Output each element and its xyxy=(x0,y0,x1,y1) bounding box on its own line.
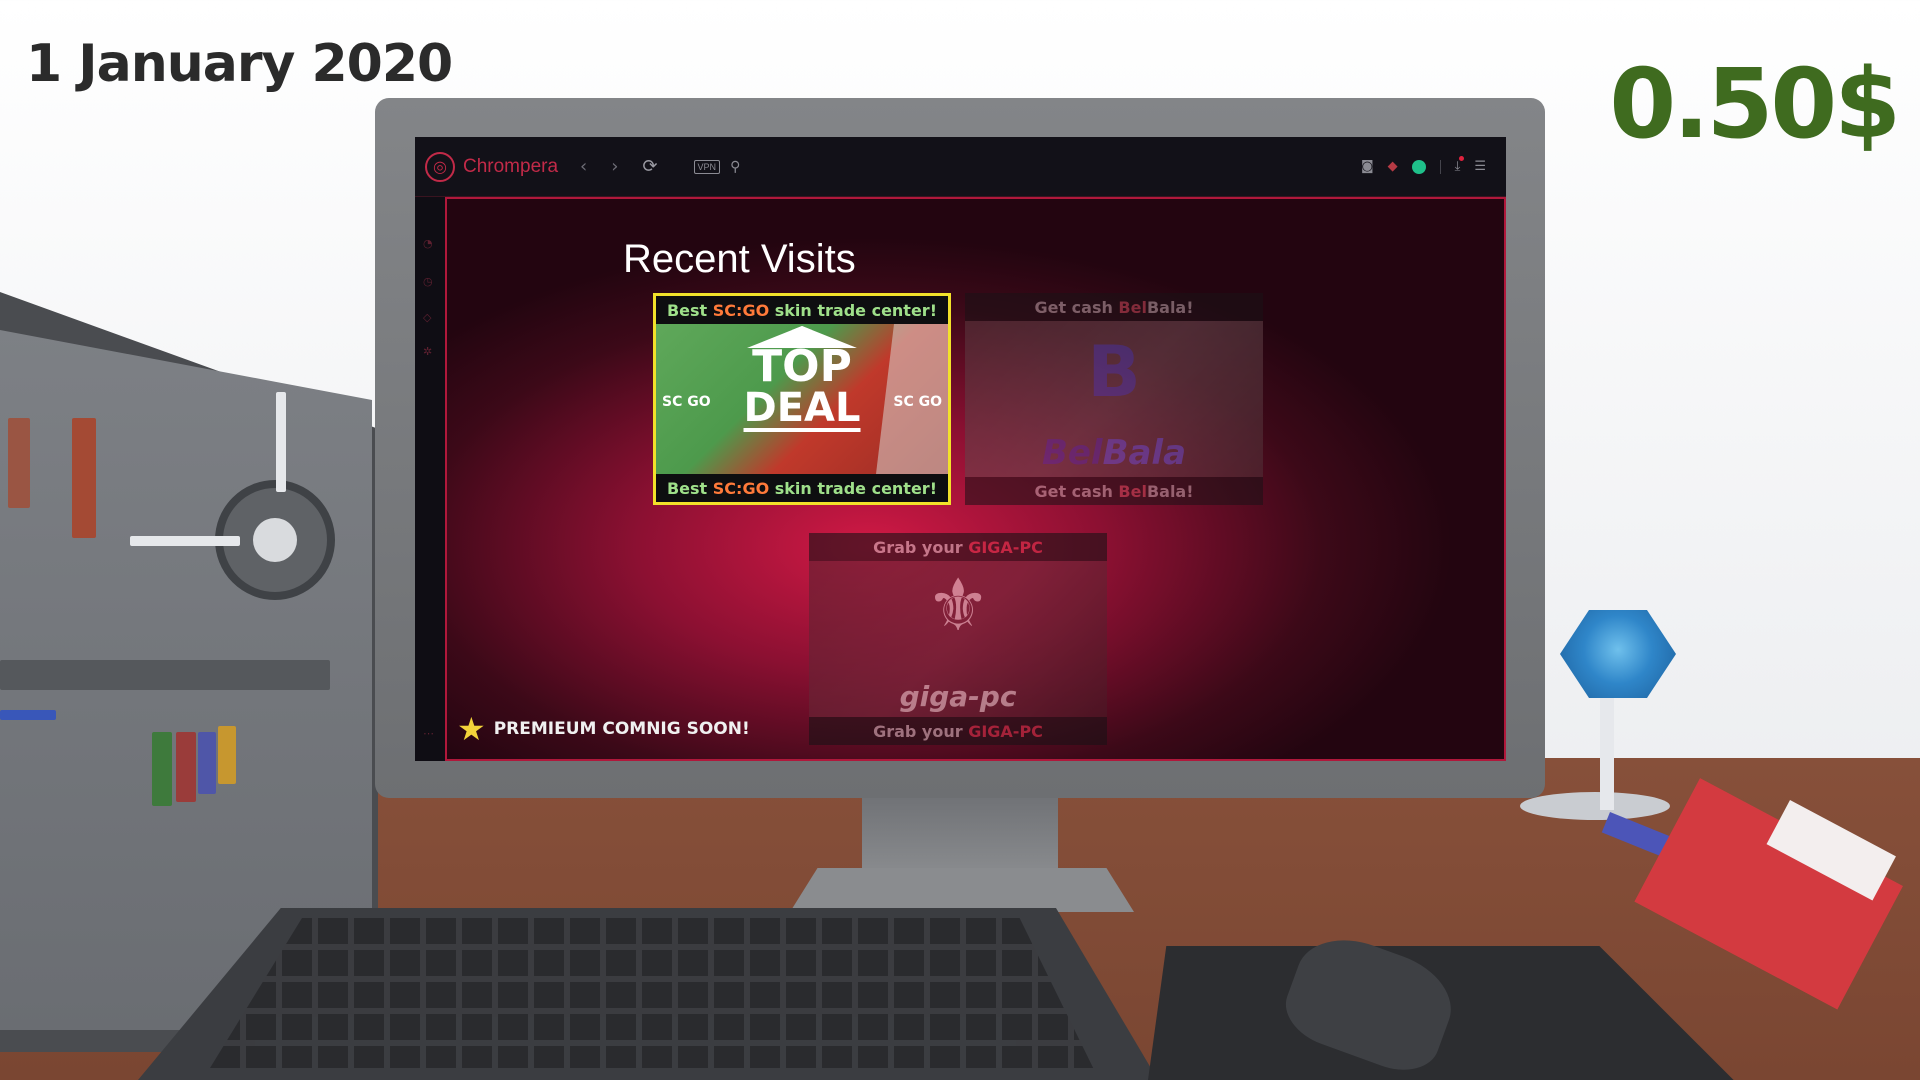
caption-highlight: GIGA-PC xyxy=(968,721,1043,741)
tile-caption-bottom: Get cash Bel Bala! xyxy=(965,477,1263,505)
premium-notice: ★ PREMIEUM COMNIG SOON! xyxy=(457,713,750,745)
pc-ram-red xyxy=(8,418,30,508)
pc-cable-blue xyxy=(0,710,56,720)
caption-suffix: Bala! xyxy=(1146,481,1194,501)
monitor-screen[interactable]: ◎ Chrompera ‹ › ⟳ VPN ⚲ ◙ ◆ ⤓ ☰ ◔ ◷ ◇ ✲ … xyxy=(415,137,1506,761)
pc-slot-blue xyxy=(198,732,216,794)
top-deal-line2: DEAL xyxy=(743,385,861,432)
cube-icon[interactable]: ◆ xyxy=(1388,159,1398,174)
monitor-stand-base xyxy=(790,868,1134,912)
pc-slot-yellow xyxy=(218,726,236,784)
pc-gpu xyxy=(0,660,330,690)
green-circle-icon[interactable] xyxy=(1411,159,1426,174)
history-icon[interactable]: ◷ xyxy=(423,275,433,288)
keyboard-keys xyxy=(210,918,1094,1068)
lamp-arm xyxy=(1600,690,1614,810)
tile-top-deal[interactable]: Best SC:GO skin trade center! SC GO SC G… xyxy=(653,293,951,505)
chrompera-logo-icon: ◎ xyxy=(425,151,455,182)
settings-icon[interactable]: ✲ xyxy=(423,345,432,358)
reload-icon[interactable]: ⟳ xyxy=(642,156,657,177)
money-label: 0.50$ xyxy=(1609,48,1901,160)
camera-icon[interactable]: ◙ xyxy=(1361,159,1374,174)
date-label: 1 January 2020 xyxy=(26,34,453,94)
pc-ram-red xyxy=(72,418,96,538)
tile-caption-top: Get cash Bel Bala! xyxy=(965,293,1263,321)
lamp-base xyxy=(1520,792,1670,820)
notification-dot xyxy=(1459,156,1465,161)
belbala-b-icon: B xyxy=(1087,331,1141,413)
pc-pipe-vertical xyxy=(276,392,286,492)
caption-highlight: Bel xyxy=(1118,481,1147,501)
cube-sidebar-icon[interactable]: ◇ xyxy=(423,311,431,324)
speedometer-icon[interactable]: ◔ xyxy=(423,237,433,250)
browser-sidebar: ◔ ◷ ◇ ✲ ⋯ xyxy=(415,197,445,761)
belbala-logo-part2: Bala xyxy=(1102,433,1187,473)
tile-image-giga-pc: ⚜ giga-pc xyxy=(809,561,1107,717)
vpn-button[interactable]: VPN xyxy=(693,159,721,174)
belbala-logo-part1: Bel xyxy=(1041,433,1103,473)
tile-belbala[interactable]: Get cash Bel Bala! B BelBala Get cash Be… xyxy=(965,293,1263,505)
sliders-icon[interactable]: ☰ xyxy=(1474,159,1486,174)
caption-highlight: SC:GO xyxy=(712,300,770,320)
giga-pc-logo: giga-pc xyxy=(899,680,1017,713)
tile-caption-top: Grab your GIGA-PC xyxy=(809,533,1107,561)
toolbar-right-icons: ◙ ◆ ⤓ ☰ xyxy=(1361,156,1486,174)
tile-giga-pc[interactable]: Grab your GIGA-PC ⚜ giga-pc Grab your GI… xyxy=(809,533,1107,745)
star-icon: ★ xyxy=(457,710,486,748)
tile-image-belbala: B BelBala xyxy=(965,321,1263,477)
pc-cooler-center xyxy=(253,518,297,562)
desk-lamp[interactable] xyxy=(1560,610,1676,698)
browser-toolbar: ◎ Chrompera ‹ › ⟳ VPN ⚲ ◙ ◆ ⤓ ☰ xyxy=(415,137,1506,197)
toolbar-divider xyxy=(1439,159,1441,174)
caption-prefix: Best xyxy=(666,300,713,320)
top-deal-logo: SC:GO TOP DEAL xyxy=(743,326,861,432)
caption-highlight: SC:GO xyxy=(712,478,770,498)
more-icon[interactable]: ⋯ xyxy=(423,727,434,740)
browser-name: Chrompera xyxy=(463,155,559,177)
chevron-left-icon[interactable]: ‹ xyxy=(580,156,587,177)
caption-highlight: Bel xyxy=(1118,297,1147,317)
tile-image-top-deal: SC GO SC GO SC:GO TOP DEAL xyxy=(656,324,948,474)
top-deal-side-left: SC GO xyxy=(662,394,711,410)
pc-slot-green xyxy=(152,732,172,806)
caption-suffix: skin trade center! xyxy=(769,478,937,498)
caption-prefix: Get cash xyxy=(1034,297,1119,317)
belbala-logo: BelBala xyxy=(965,433,1263,473)
monitor-stand-neck xyxy=(862,796,1058,876)
pc-pipe xyxy=(130,536,240,546)
search-icon[interactable]: ⚲ xyxy=(730,159,740,175)
top-deal-line1: TOP xyxy=(752,341,852,392)
chevron-right-icon[interactable]: › xyxy=(611,156,618,177)
tile-caption-bottom: Best SC:GO skin trade center! xyxy=(656,474,948,502)
caption-prefix: Grab your xyxy=(873,537,969,557)
caption-highlight: GIGA-PC xyxy=(968,537,1043,557)
pc-slot-red xyxy=(176,732,196,802)
caption-prefix: Grab your xyxy=(873,721,969,741)
caption-prefix: Get cash xyxy=(1034,481,1119,501)
browser-content: Recent Visits Best SC:GO skin trade cent… xyxy=(445,197,1506,761)
tile-caption-bottom: Grab your GIGA-PC xyxy=(809,717,1107,745)
tile-caption-top: Best SC:GO skin trade center! xyxy=(656,296,948,324)
page-title: Recent Visits xyxy=(623,237,856,281)
download-icon[interactable]: ⤓ xyxy=(1455,156,1465,174)
premium-label: PREMIEUM COMNIG SOON! xyxy=(493,719,750,739)
caption-suffix: Bala! xyxy=(1146,297,1194,317)
caption-suffix: skin trade center! xyxy=(769,300,937,320)
caption-prefix: Best xyxy=(666,478,713,498)
eagle-icon: ⚜ xyxy=(925,563,991,647)
top-deal-side-right: SC GO xyxy=(893,394,942,410)
